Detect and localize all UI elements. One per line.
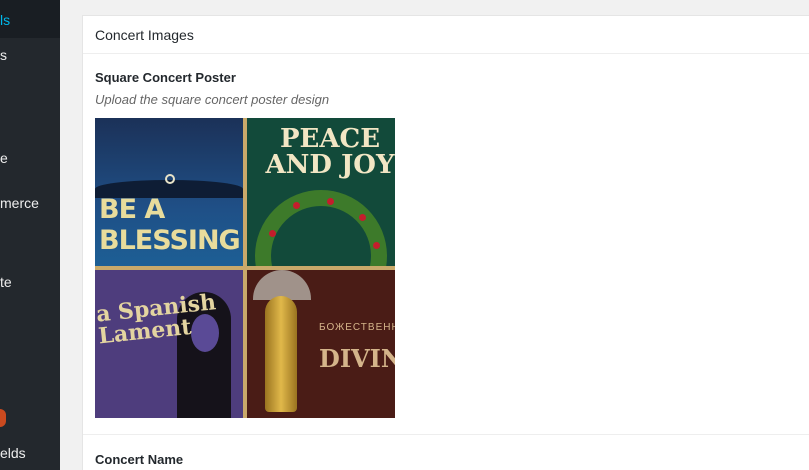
sidebar-item-2[interactable]: s	[0, 46, 7, 64]
concert-images-metabox: Concert Images Square Concert Poster Upl…	[82, 15, 809, 470]
berry-icon	[359, 214, 366, 221]
poster-tile-text: BE A BLESSING	[99, 194, 241, 256]
sidebar-item-woocommerce[interactable]: merce	[0, 194, 39, 212]
sidebar-item-5[interactable]: te	[0, 273, 12, 291]
poster-tile-divine: БОЖЕСТВЕННАЯ DIVINE	[247, 270, 395, 418]
wreath-graphic	[255, 190, 387, 266]
sidebar-item-3[interactable]: e	[0, 149, 8, 167]
concert-name-label: Concert Name	[95, 452, 184, 467]
metabox-header[interactable]: Concert Images	[83, 16, 809, 54]
berry-icon	[373, 242, 380, 249]
admin-sidebar: ls s e merce te elds	[0, 0, 60, 470]
berry-icon	[269, 230, 276, 237]
sidebar-item-current[interactable]: ls	[0, 11, 10, 29]
moon-icon	[165, 174, 175, 184]
poster-tile-text: PEACE AND JOY	[265, 124, 395, 180]
field-divider	[83, 434, 809, 435]
notification-badge	[0, 409, 6, 427]
poster-tile-text: DIVINE	[319, 344, 395, 373]
berry-icon	[293, 202, 300, 209]
poster-tile-subtext: БОЖЕСТВЕННАЯ	[319, 322, 395, 333]
berry-icon	[327, 198, 334, 205]
square-concert-poster-image[interactable]: BE A BLESSING PEACE AND JOY a Spanish La…	[95, 118, 395, 418]
poster-tile-be-a-blessing: BE A BLESSING	[95, 118, 243, 266]
poster-field-description: Upload the square concert poster design	[95, 92, 330, 107]
metabox-title: Concert Images	[95, 27, 194, 43]
poster-field-label: Square Concert Poster	[95, 70, 236, 85]
poster-tile-spanish-lament: a Spanish Lament	[95, 270, 243, 418]
poster-tile-peace-and-joy: PEACE AND JOY	[247, 118, 395, 266]
sidebar-item-custom-fields[interactable]: elds	[0, 444, 26, 462]
censer-graphic	[265, 296, 297, 412]
